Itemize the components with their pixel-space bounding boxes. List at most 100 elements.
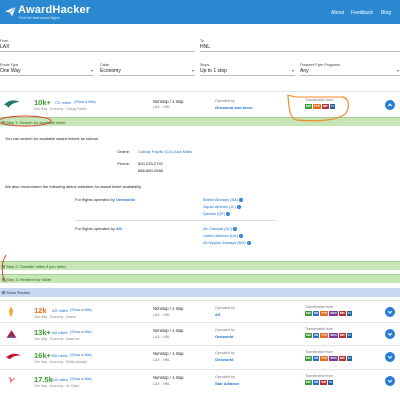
- american-logo-icon: [5, 328, 18, 343]
- transfer-badge-typ: TYP: [312, 104, 321, 109]
- miles-unit: CX miles: [55, 100, 72, 105]
- operated-value[interactable]: Oneworld and more: [215, 105, 253, 110]
- chevron-down-icon: ▾: [396, 68, 399, 73]
- route-type-select[interactable]: One Way ▾: [0, 67, 94, 76]
- miles-amount: 13k+: [34, 328, 51, 337]
- result-subtitle: One Way · Economy · American: [34, 337, 80, 341]
- oneworld-site-3-label: Qantas (QF): [203, 211, 226, 216]
- step1-title: Step 1: Search for available ticket: [6, 120, 66, 125]
- air-china-logo-icon: [5, 375, 18, 390]
- result-row-expanded[interactable]: 10k+ CX miles (Show a little) One Way · …: [0, 91, 400, 117]
- as-site-1-label: Air Canada (AC): [203, 226, 233, 231]
- stops-value: Up to 1 stop: [200, 68, 227, 74]
- transferable-label: Transferable from: [305, 305, 334, 309]
- info-icon: i: [238, 233, 243, 238]
- chevron-down-icon: ▾: [90, 68, 93, 73]
- oneworld-site-1[interactable]: British Airways (BA) i: [203, 197, 244, 202]
- as-site-2-label: United Airlines (UA): [203, 233, 238, 238]
- miles-unit: CA miles: [52, 377, 68, 382]
- step1-bar[interactable]: ⊟ Step 1: Search for available ticket: [0, 117, 400, 126]
- as-label: For flights operated by AS:: [75, 226, 123, 231]
- result-row[interactable]: 16k+ BA miles (Show a little) One Way · …: [0, 345, 400, 368]
- stops-text: Nonstop / 1 stop: [153, 99, 184, 104]
- transfer-badge-ci: Ci: [328, 380, 334, 385]
- miles-unit: BA miles: [52, 353, 68, 358]
- stops-text: Nonstop / 1 stop: [153, 351, 184, 356]
- oneworld-site-2[interactable]: Japan Airlines (JL) i: [203, 204, 241, 209]
- operated-label: Operated by: [215, 306, 235, 310]
- transfer-badge-ci: Ci: [329, 104, 335, 109]
- result-subtitle: One Way · Economy · Alaska: [34, 315, 76, 319]
- transfer-badge-ur: UR: [312, 380, 320, 385]
- operated-value[interactable]: Oneworld: [215, 357, 233, 362]
- result-row[interactable]: 12k AS miles (Show a little) One Way · E…: [0, 300, 400, 323]
- chevron-down-icon: [387, 379, 393, 384]
- cabin-select[interactable]: Economy ▾: [100, 67, 195, 76]
- step3-title: Step 3: Redeem for ticket: [6, 277, 52, 282]
- nav-about-link[interactable]: About: [331, 10, 344, 16]
- show-routes-bar[interactable]: ⊞ Show Routes: [0, 288, 400, 297]
- collapse-button[interactable]: [385, 100, 395, 110]
- as-site-2[interactable]: United Airlines (UA) i: [203, 233, 243, 238]
- transfer-badge-mr: MR: [305, 356, 312, 361]
- operated-value[interactable]: AS: [215, 312, 221, 317]
- transfer-badges: MR UR MB Ci: [305, 380, 334, 385]
- as-site-1[interactable]: Air Canada (AC) i: [203, 226, 238, 231]
- result-row[interactable]: 17.5k CA miles (Show a little) One Way ·…: [0, 369, 400, 392]
- operated-value[interactable]: Oneworld: [215, 334, 233, 339]
- from-value: LAX: [0, 44, 10, 50]
- operated-label: Operated by: [215, 351, 235, 355]
- app-title[interactable]: AwardHacker: [18, 4, 90, 16]
- show-link[interactable]: (Show a little): [70, 377, 92, 381]
- as-site-3[interactable]: All Nippon Airways (NH) i: [203, 240, 251, 245]
- show-link[interactable]: (Show a little): [70, 330, 92, 334]
- expand-button[interactable]: [385, 329, 395, 339]
- transfer-badge-typ: TYP: [320, 356, 329, 361]
- transfer-badge-spg: SPG: [329, 311, 338, 316]
- online-link[interactable]: Cathay Pacific (CX) Asia Miles: [138, 149, 192, 154]
- route-text: LAX - HNL: [153, 358, 171, 362]
- oneworld-alliance[interactable]: Oneworld:: [116, 197, 136, 202]
- transfer-badges: MR TYP MB Ci: [305, 104, 335, 109]
- transfer-badge-mr: MR: [305, 311, 312, 316]
- transferable-label: Transferable from: [305, 327, 334, 331]
- expand-button[interactable]: [385, 352, 395, 362]
- chevron-down-icon: [387, 310, 393, 315]
- operated-value[interactable]: Star Alliance: [215, 381, 239, 386]
- transferable-label: Transferable from: [305, 98, 334, 102]
- info-icon: i: [233, 226, 238, 231]
- transfer-badge-ci: Ci: [346, 356, 352, 361]
- miles-amount: 10k+: [34, 98, 51, 107]
- stops-select[interactable]: Up to 1 stop ▾: [200, 67, 295, 76]
- route-text: LAX - HNL: [153, 313, 171, 317]
- step2-bar[interactable]: ⊞ Step 2: Transfer miles if you need: [0, 261, 400, 270]
- oneworld-site-3[interactable]: Qantas (QF) i: [203, 211, 231, 216]
- transfer-badge-ci: Ci: [346, 333, 352, 338]
- show-link[interactable]: (Show a little): [74, 100, 96, 104]
- programs-value: Any: [300, 68, 309, 74]
- transfer-badge-typ: TYP: [320, 311, 329, 316]
- phone-label: Phone:: [117, 161, 130, 166]
- expand-button[interactable]: [385, 376, 395, 386]
- info-icon: i: [239, 197, 244, 202]
- to-input[interactable]: HNL: [200, 43, 400, 52]
- cathay-pacific-logo-icon: [4, 100, 20, 108]
- expand-button[interactable]: [385, 307, 395, 317]
- result-row[interactable]: 13k+ AA miles (Show a little) One Way · …: [0, 322, 400, 345]
- stops-text: Nonstop / 1 stop: [153, 375, 184, 380]
- chevron-down-icon: ▾: [291, 68, 294, 73]
- transfer-badge-spg: SPG: [329, 356, 338, 361]
- transferable-label: Transferable from: [305, 374, 334, 378]
- nav-blog-link[interactable]: Blog: [381, 10, 391, 16]
- nav-feedback-link[interactable]: Feedback: [351, 10, 373, 16]
- show-link[interactable]: (Show a little): [70, 353, 92, 357]
- transfer-badge-ur: UR: [312, 333, 320, 338]
- show-link[interactable]: (Show a little): [70, 308, 92, 312]
- chevron-down-icon: [387, 355, 393, 360]
- programs-select[interactable]: Any ▾: [300, 67, 400, 76]
- miles-amount: 16k+: [34, 351, 51, 360]
- as-alliance[interactable]: AS:: [116, 226, 123, 231]
- miles-unit: AS miles: [52, 308, 68, 313]
- from-input[interactable]: LAX: [0, 43, 195, 52]
- step3-bar[interactable]: ⊞ Step 3: Redeem for ticket: [0, 274, 400, 283]
